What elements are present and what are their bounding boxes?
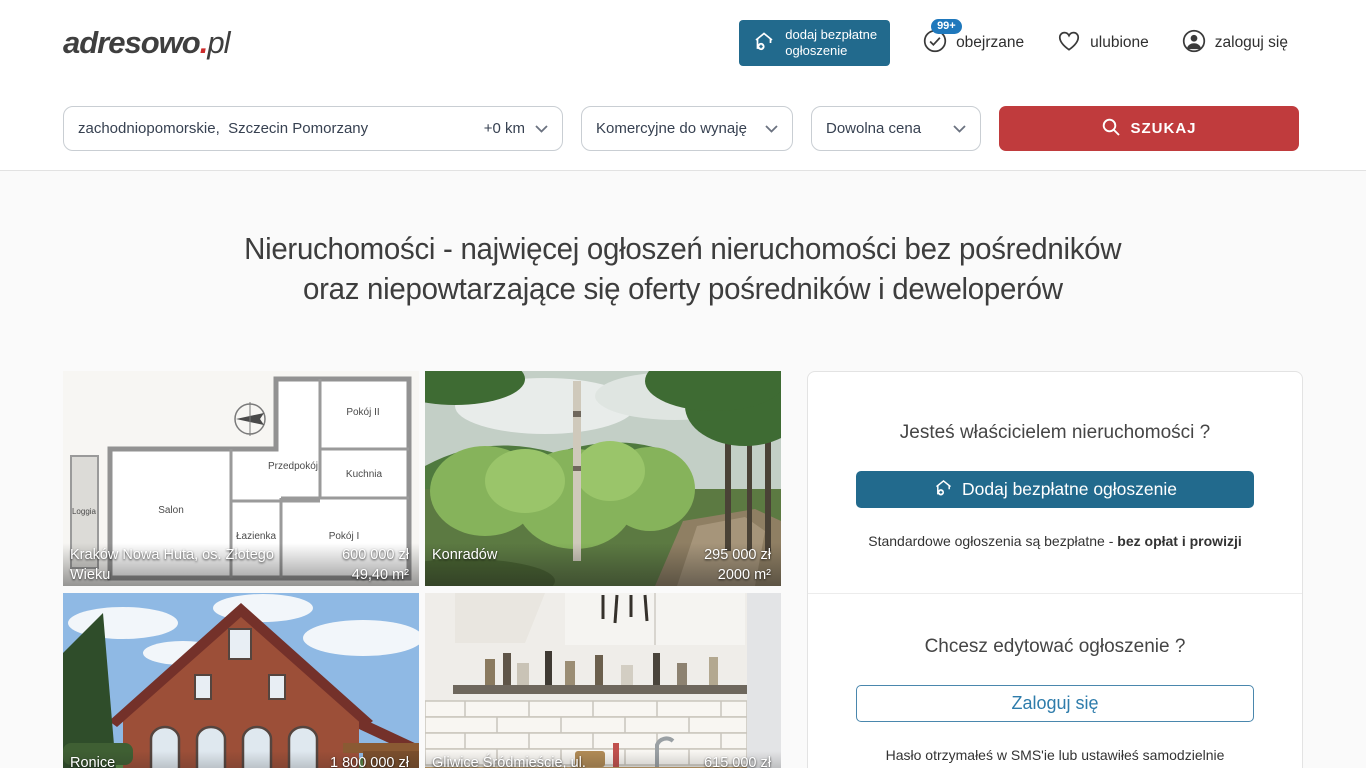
listing-caption: Gliwice Śródmieście, ul. 615 000 zł (425, 751, 781, 768)
nav-viewed-label: obejrzane (956, 34, 1024, 52)
radius-value: +0 km (484, 120, 525, 137)
location-value: zachodniopomorskie, Szczecin Pomorzany (78, 120, 476, 137)
house-plus-icon (752, 29, 776, 57)
nav-login-label: zaloguj się (1215, 34, 1288, 52)
edit-heading: Chcesz edytować ogłoszenie ? (856, 636, 1254, 658)
viewed-count-badge: 99+ (931, 19, 962, 34)
category-select[interactable]: Komercyjne do wynaję (581, 106, 793, 151)
listing-location: Kraków Nowa Huta, os. Złotego Wieku (70, 545, 285, 585)
listing-location: Konradów (432, 545, 497, 565)
svg-text:Loggia: Loggia (72, 507, 97, 516)
svg-text:Kuchnia: Kuchnia (346, 469, 383, 480)
nav-item-login[interactable]: zaloguj się (1181, 28, 1288, 59)
listing-area: 2000 m² (704, 565, 771, 585)
listing-caption: Konradów 295 000 zł 2000 m² (425, 543, 781, 586)
svg-text:Pokój II: Pokój II (346, 407, 379, 418)
kitchen-photo (425, 593, 781, 768)
heart-icon (1056, 28, 1082, 59)
add-listing-label-line2: ogłoszenie (785, 43, 877, 59)
add-free-listing-button[interactable]: Dodaj bezpłatne ogłoszenie (856, 471, 1254, 508)
login-button-label: Zaloguj się (1011, 693, 1098, 714)
listing-caption: Ronice 1 800 000 zł (63, 751, 419, 768)
listing-price: 295 000 zł (704, 545, 771, 565)
edit-section: Chcesz edytować ogłoszenie ? Zaloguj się… (808, 593, 1302, 768)
page-title: Nieruchomości - najwięcej ogłoszeń nieru… (0, 171, 1366, 309)
site-logo[interactable]: adresowo.pl (63, 25, 229, 61)
user-icon (1181, 28, 1207, 59)
listing-card-forest[interactable]: Konradów 295 000 zł 2000 m² (425, 371, 781, 586)
add-listing-button[interactable]: dodaj bezpłatne ogłoszenie (739, 20, 890, 66)
svg-text:Przedpokój: Przedpokój (268, 461, 318, 472)
listing-price: 615 000 zł (704, 753, 771, 768)
owner-heading: Jesteś właścicielem nieruchomości ? (856, 422, 1254, 444)
svg-text:Pokój I: Pokój I (329, 531, 360, 542)
chevron-down-icon (535, 120, 548, 137)
svg-text:Salon: Salon (158, 505, 184, 516)
edit-note: Hasło otrzymałeś w SMS'ie lub ustawiłeś … (856, 747, 1254, 763)
listings-grid: Pokój II Przedpokój Kuchnia Salon Loggia… (63, 371, 781, 768)
add-free-listing-label: Dodaj bezpłatne ogłoszenie (962, 479, 1177, 500)
house-plus-icon (933, 477, 954, 503)
listing-price: 1 800 000 zł (330, 753, 409, 768)
login-button[interactable]: Zaloguj się (856, 685, 1254, 722)
nav-item-viewed[interactable]: 99+ obejrzane (922, 28, 1024, 59)
page-content: Nieruchomości - najwięcej ogłoszeń nieru… (0, 171, 1366, 768)
nav-favorites-label: ulubione (1090, 34, 1149, 52)
search-button[interactable]: SZUKAJ (999, 106, 1299, 151)
svg-text:Łazienka: Łazienka (236, 531, 276, 542)
listing-price: 600 000 zł (342, 545, 409, 565)
house-photo (63, 593, 419, 768)
logo-text: adresowo (63, 25, 200, 60)
location-input[interactable]: zachodniopomorskie, Szczecin Pomorzany +… (63, 106, 563, 151)
search-bar: zachodniopomorskie, Szczecin Pomorzany +… (0, 106, 1366, 151)
header-nav: dodaj bezpłatne ogłoszenie 99+ obejrzane (739, 20, 1288, 66)
search-button-label: SZUKAJ (1130, 120, 1196, 137)
price-select[interactable]: Dowolna cena (811, 106, 981, 151)
owner-section: Jesteś właścicielem nieruchomości ? Doda… (808, 372, 1302, 593)
chevron-down-icon (953, 120, 966, 137)
listing-location: Ronice (70, 753, 115, 768)
listing-location: Gliwice Śródmieście, ul. (432, 753, 586, 768)
owner-note: Standardowe ogłoszenia są bezpłatne - be… (856, 533, 1254, 549)
listing-card-floorplan[interactable]: Pokój II Przedpokój Kuchnia Salon Loggia… (63, 371, 419, 586)
header: adresowo.pl dodaj bezpłatne ogłoszenie (0, 0, 1366, 86)
listing-card-house[interactable]: Ronice 1 800 000 zł (63, 593, 419, 768)
nav-item-favorites[interactable]: ulubione (1056, 28, 1149, 59)
category-value: Komercyjne do wynaję (596, 120, 747, 137)
add-listing-label-line1: dodaj bezpłatne (785, 27, 877, 43)
listing-card-kitchen[interactable]: Gliwice Śródmieście, ul. 615 000 zł (425, 593, 781, 768)
owner-panel: Jesteś właścicielem nieruchomości ? Doda… (807, 371, 1303, 768)
search-icon (1101, 117, 1121, 141)
listing-caption: Kraków Nowa Huta, os. Złotego Wieku 600 … (63, 543, 419, 586)
chevron-down-icon (765, 120, 778, 137)
listing-area: 49,40 m² (342, 565, 409, 585)
radius-dropdown[interactable]: +0 km (484, 120, 548, 137)
price-value: Dowolna cena (826, 120, 921, 137)
